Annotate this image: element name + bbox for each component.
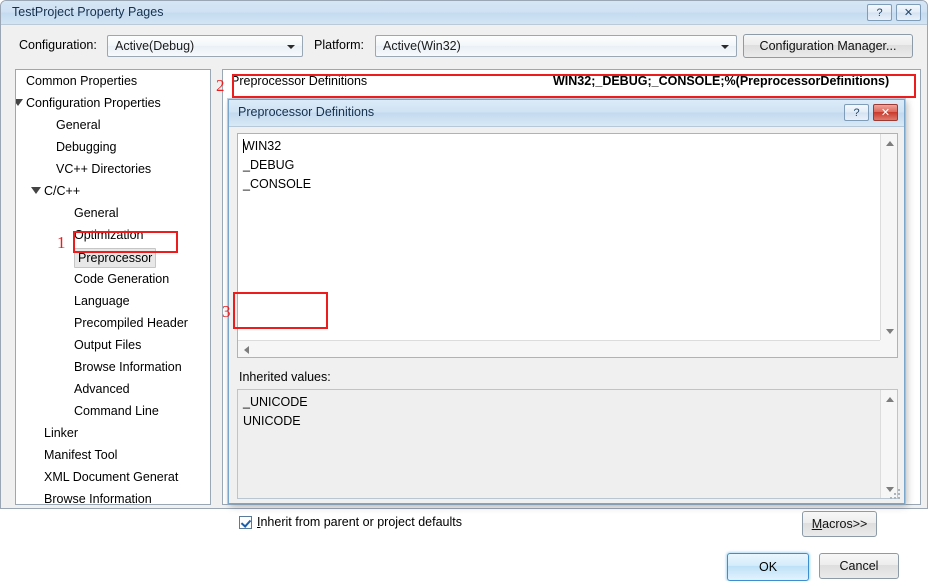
window-titlebar[interactable]: TestProject Property Pages ? ✕ <box>1 1 927 25</box>
sidebar-item-label: Language <box>74 294 130 308</box>
sidebar-item-output-files[interactable]: Output Files <box>16 334 210 356</box>
chevron-right-icon[interactable] <box>16 70 24 92</box>
scroll-left-icon[interactable] <box>238 341 255 358</box>
sidebar-item-label: XML Document Generat <box>44 470 179 484</box>
sidebar-item-label: Browse Information <box>44 492 152 505</box>
sidebar-item-configuration-properties[interactable]: Configuration Properties <box>16 92 210 114</box>
sidebar-item-c-c[interactable]: C/C++ <box>16 180 210 202</box>
configuration-manager-button[interactable]: Configuration Manager... <box>743 34 913 58</box>
chevron-down-icon[interactable] <box>16 92 24 114</box>
sidebar-item-label: Browse Information <box>74 360 182 374</box>
configuration-value: Active(Debug) <box>115 39 195 53</box>
sidebar-item-advanced[interactable]: Advanced <box>16 378 210 400</box>
sidebar-item-label: Code Generation <box>74 272 170 286</box>
chevron-down-icon <box>287 45 295 49</box>
scroll-up-icon[interactable] <box>881 134 898 151</box>
sidebar-item-language[interactable]: Language <box>16 290 210 312</box>
sidebar-item-label: Command Line <box>74 404 159 418</box>
cancel-button[interactable]: Cancel <box>819 553 899 579</box>
close-button[interactable]: ✕ <box>896 4 921 21</box>
dialog-close-button[interactable]: ✕ <box>873 104 898 121</box>
help-button[interactable]: ? <box>867 4 892 21</box>
sidebar-item-xml-document-generat[interactable]: XML Document Generat <box>16 466 210 488</box>
sidebar-item-browse-information[interactable]: Browse Information <box>16 356 210 378</box>
chevron-down-icon <box>721 45 729 49</box>
sidebar-item-label: General <box>74 206 119 220</box>
macros-button[interactable]: Macros>> <box>802 511 877 537</box>
sidebar-item-label: Precompiled Header <box>74 316 188 330</box>
definitions-editor[interactable]: WIN32 _DEBUG _CONSOLE <box>237 133 898 358</box>
inherit-label-rest: nherit from parent or project defaults <box>260 515 462 529</box>
sidebar-item-label: Manifest Tool <box>44 448 118 462</box>
annotation-box-2 <box>232 74 916 98</box>
sidebar-item-label: Linker <box>44 426 79 440</box>
sidebar-item-label: Configuration Properties <box>26 96 161 110</box>
sidebar-item-command-line[interactable]: Command Line <box>16 400 210 422</box>
sidebar-item-label: VC++ Directories <box>56 162 152 176</box>
inherited-values-list: _UNICODE UNICODE <box>237 389 898 499</box>
inherit-checkbox-label: Inherit from parent or project defaults <box>257 515 462 529</box>
annotation-box-1 <box>73 231 178 253</box>
configuration-label: Configuration: <box>19 38 97 52</box>
resize-grip[interactable] <box>890 489 901 500</box>
editor-horizontal-scrollbar[interactable] <box>238 340 880 357</box>
dialog-titlebar[interactable]: Preprocessor Definitions ? ✕ <box>229 100 904 127</box>
sidebar-item-common-properties[interactable]: Common Properties <box>16 70 210 92</box>
inherited-values-label: Inherited values: <box>239 370 331 384</box>
macros-label-rest: acros>> <box>822 517 868 531</box>
annotation-number-1: 1 <box>57 233 66 252</box>
annotation-number-2: 2 <box>216 76 225 95</box>
annotation-box-3 <box>233 292 328 329</box>
sidebar-item-label: General <box>56 118 101 132</box>
annotation-number-3: 3 <box>222 302 231 321</box>
editor-vertical-scrollbar[interactable] <box>880 134 897 340</box>
window-title: TestProject Property Pages <box>12 5 164 19</box>
settings-tree[interactable]: Common Properties Configuration Propertie… <box>15 69 211 505</box>
configuration-combobox[interactable]: Active(Debug) <box>107 35 303 57</box>
sidebar-item-browse-information[interactable]: Browse Information <box>16 488 210 505</box>
chevron-right-icon[interactable] <box>30 444 42 466</box>
platform-label: Platform: <box>314 38 365 52</box>
platform-combobox[interactable]: Active(Win32) <box>375 35 737 57</box>
sidebar-item-manifest-tool[interactable]: Manifest Tool <box>16 444 210 466</box>
dialog-help-button[interactable]: ? <box>844 104 869 121</box>
chevron-right-icon[interactable] <box>30 488 42 504</box>
chevron-right-icon[interactable] <box>30 422 42 444</box>
inherited-vertical-scrollbar[interactable] <box>880 390 897 498</box>
sidebar-item-vc-directories[interactable]: VC++ Directories <box>16 158 210 180</box>
sidebar-item-debugging[interactable]: Debugging <box>16 136 210 158</box>
configuration-toolbar: Configuration: Active(Debug) Platform: A… <box>1 25 927 63</box>
sidebar-item-label: Common Properties <box>26 74 138 88</box>
scroll-down-icon[interactable] <box>881 323 898 340</box>
inherited-values-text: _UNICODE UNICODE <box>243 395 308 428</box>
sidebar-item-code-generation[interactable]: Code Generation <box>16 268 210 290</box>
sidebar-item-label: Debugging <box>56 140 117 154</box>
sidebar-item-label: Advanced <box>74 382 130 396</box>
scroll-up-icon[interactable] <box>881 390 898 407</box>
chevron-right-icon[interactable] <box>30 466 42 488</box>
inherit-checkbox[interactable] <box>239 516 252 529</box>
sidebar-item-label: C/C++ <box>44 184 81 198</box>
sidebar-item-general[interactable]: General <box>16 202 210 224</box>
preprocessor-definitions-dialog: Preprocessor Definitions ? ✕ WIN32 _DEBU… <box>228 99 905 581</box>
definitions-editor-value[interactable]: WIN32 _DEBUG _CONSOLE <box>243 137 311 194</box>
screenshot-root: TestProject Property Pages ? ✕ Configura… <box>0 0 928 581</box>
scrollbar-corner <box>880 340 897 357</box>
window-caption-buttons: ? ✕ <box>867 4 921 21</box>
sidebar-item-linker[interactable]: Linker <box>16 422 210 444</box>
dialog-title: Preprocessor Definitions <box>238 105 375 119</box>
macros-accel-letter: M <box>811 517 823 531</box>
dialog-caption-buttons: ? ✕ <box>844 104 898 121</box>
ok-button[interactable]: OK <box>727 553 809 581</box>
sidebar-item-precompiled-header[interactable]: Precompiled Header <box>16 312 210 334</box>
sidebar-item-general[interactable]: General <box>16 114 210 136</box>
settings-tree-list: Common Properties Configuration Propertie… <box>16 70 210 505</box>
sidebar-item-label: Output Files <box>74 338 142 352</box>
platform-value: Active(Win32) <box>383 39 461 53</box>
chevron-down-icon[interactable] <box>30 180 42 202</box>
